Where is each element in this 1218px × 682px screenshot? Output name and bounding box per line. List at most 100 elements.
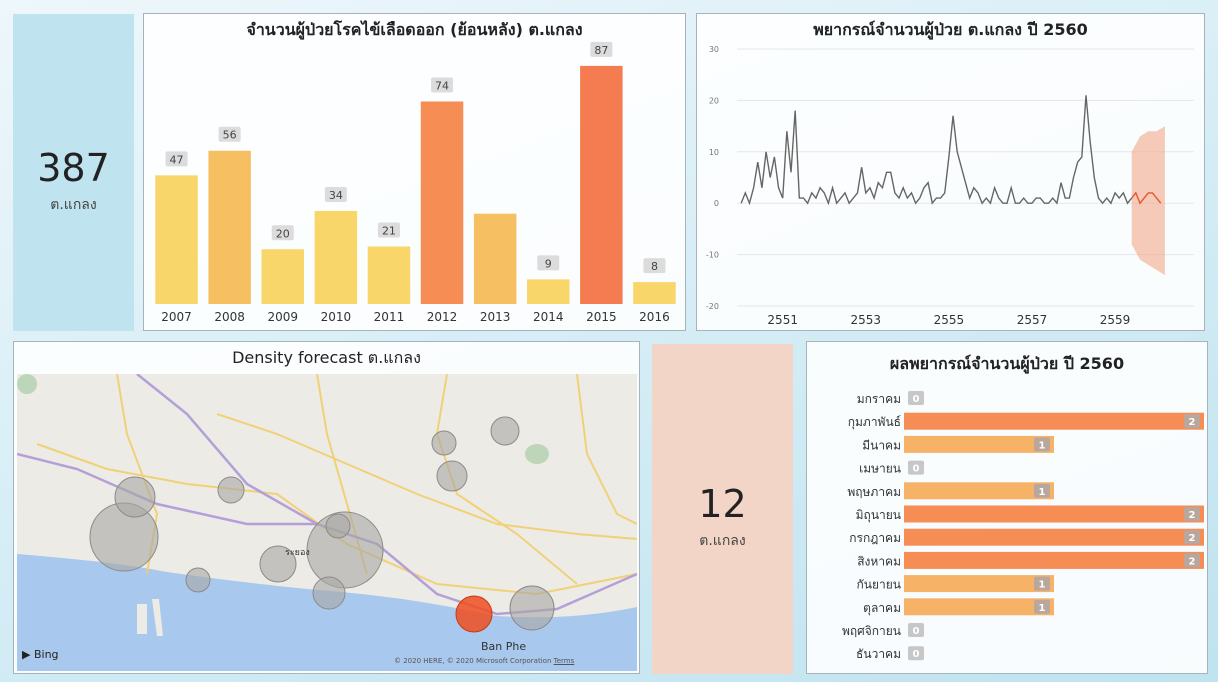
x-tick-2010: 2010 [321, 310, 352, 324]
y-tick--10: -10 [706, 251, 719, 260]
month-value-9: 1 [1039, 580, 1046, 591]
x-tick-2009: 2009 [267, 310, 298, 324]
bing-logo: ▶ Bing [22, 648, 59, 661]
x-tick-2014: 2014 [533, 310, 564, 324]
x-tick-2011: 2011 [374, 310, 405, 324]
y-tick-0: 0 [714, 199, 719, 208]
forecast-line-panel[interactable]: พยากรณ์จำนวนผู้ป่วย ต.แกลง ปี 2560 30 20 1… [696, 13, 1205, 331]
month-bar-7 [904, 528, 1204, 546]
month-label-10: ตุลาคม [863, 601, 901, 616]
x-tick-2013: 2013 [480, 310, 511, 324]
bubble-west-mid[interactable] [114, 476, 156, 518]
bubble-ne-mid[interactable] [490, 416, 520, 446]
month-value-8: 2 [1189, 556, 1196, 567]
map-attribution: © 2020 HERE, © 2020 Microsoft Corporatio… [394, 657, 574, 665]
map-attribution-text: © 2020 HERE, © 2020 Microsoft Corporatio… [394, 657, 552, 665]
month-value-11: 0 [913, 626, 920, 637]
forecast-band [1131, 126, 1165, 276]
map-place-label: Ban Phe [481, 640, 527, 653]
history-chart-panel[interactable]: จำนวนผู้ป่วยโรคไข้เลือดออก (ย้อนหลัง) ต.… [143, 13, 686, 331]
bubble-east-coast[interactable] [509, 585, 555, 631]
bubble-center-small[interactable] [325, 513, 351, 539]
month-bar-8 [904, 551, 1204, 569]
map-panel[interactable]: Density forecast ต.แกลง ระยอง Ban Phe ▶ … [13, 341, 640, 674]
month-value-4: 0 [913, 464, 920, 475]
monthly-forecast-panel[interactable]: ผลพยากรณ์จำนวนผู้ป่วย ปี 2560 มกราคม 0 กุม… [806, 341, 1208, 674]
month-label-8: สิงหาคม [857, 554, 901, 568]
y-tick-30: 30 [709, 45, 719, 54]
data-label-2011: 21 [382, 225, 396, 238]
month-bar-10 [904, 598, 1054, 616]
x-tick-2555: 2555 [934, 313, 965, 327]
data-label-2010: 34 [329, 189, 343, 202]
bubble-east-mid[interactable] [436, 460, 468, 492]
month-bar-9 [904, 575, 1054, 593]
x-tick-2551: 2551 [767, 313, 798, 327]
data-label-2008: 56 [223, 129, 237, 142]
month-bar-5 [904, 482, 1054, 500]
bing-brand: Bing [33, 648, 59, 661]
kpi-total-label: ต.แกลง [50, 197, 97, 213]
month-bar-3 [904, 435, 1054, 453]
bar-2015 [580, 65, 623, 304]
data-label-2015: 87 [594, 44, 608, 57]
monthly-forecast-chart: มกราคม 0 กุมภาพันธ์ 2 มีนาคม 1 เมษายน 0 พฤษภาคม 1… [842, 391, 1204, 661]
kpi-forecast: 12 ต.แกลง [652, 482, 793, 552]
x-tick-2553: 2553 [851, 313, 882, 327]
month-label-2: กุมภาพันธ์ [848, 415, 901, 430]
y-tick-10: 10 [709, 148, 719, 157]
bubble-north-small[interactable] [217, 476, 245, 504]
bar-2013 [473, 213, 517, 304]
bubble-highlight[interactable] [455, 595, 493, 633]
x-tick-2015: 2015 [586, 310, 617, 324]
bubble-coast-mid[interactable] [312, 576, 346, 610]
forecast-line-chart: 30 20 10 0 -10 -20 2551 2553 2555 2557 2559 [706, 45, 1194, 327]
x-tick-2007: 2007 [161, 310, 192, 324]
data-label-2009: 20 [276, 227, 290, 240]
bubble-ne-small[interactable] [431, 430, 457, 456]
x-tick-2016: 2016 [639, 310, 670, 324]
data-label-2012: 74 [435, 79, 449, 92]
x-tick-2557: 2557 [1017, 313, 1048, 327]
map-terms-link[interactable]: Terms [554, 657, 575, 665]
kpi-total: 387 ต.แกลง [13, 146, 134, 216]
month-label-5: พฤษภาคม [847, 485, 901, 499]
x-tick-2012: 2012 [427, 310, 458, 324]
month-label-6: มิถุนายน [856, 508, 901, 523]
month-value-12: 0 [913, 649, 920, 660]
month-value-10: 1 [1039, 603, 1046, 614]
month-label-12: ธันวาคม [856, 647, 901, 661]
month-value-2: 2 [1189, 417, 1196, 428]
month-value-6: 2 [1189, 510, 1196, 521]
history-series-line [740, 95, 1133, 206]
bubble-coast-small[interactable] [185, 567, 211, 593]
kpi-forecast-value: 12 [698, 482, 747, 526]
kpi-forecast-label: ต.แกลง [699, 533, 746, 549]
history-bar-chart: 47 2007 56 2008 20 2009 34 2010 21 2011 74 2012 2013… [155, 41, 676, 324]
bar-2011 [367, 246, 411, 304]
month-label-4: เมษายน [859, 462, 901, 476]
y-tick-20: 20 [709, 96, 719, 105]
bar-2014 [527, 279, 570, 304]
month-label-9: กันยายน [857, 578, 901, 592]
data-label-2016: 8 [651, 260, 658, 273]
month-value-7: 2 [1189, 533, 1196, 544]
x-tick-2008: 2008 [214, 310, 245, 324]
month-value-3: 1 [1039, 440, 1046, 451]
map-bubbles [89, 416, 555, 633]
bar-2016 [633, 282, 676, 304]
bing-icon: ▶ [22, 648, 31, 661]
month-bar-2 [904, 412, 1204, 430]
month-bar-6 [904, 505, 1204, 523]
data-label-2014: 9 [545, 257, 552, 270]
bar-2012 [420, 101, 464, 304]
x-tick-2559: 2559 [1100, 313, 1131, 327]
bar-2009 [261, 249, 304, 304]
month-label-7: กรกฎาคม [849, 531, 901, 545]
map-city-label: ระยอง [285, 548, 310, 558]
bar-2010 [314, 210, 358, 304]
month-label-3: มีนาคม [862, 438, 901, 452]
month-value-1: 0 [913, 394, 920, 405]
bar-2007 [155, 175, 198, 304]
month-label-11: พฤศจิกายน [842, 624, 901, 638]
